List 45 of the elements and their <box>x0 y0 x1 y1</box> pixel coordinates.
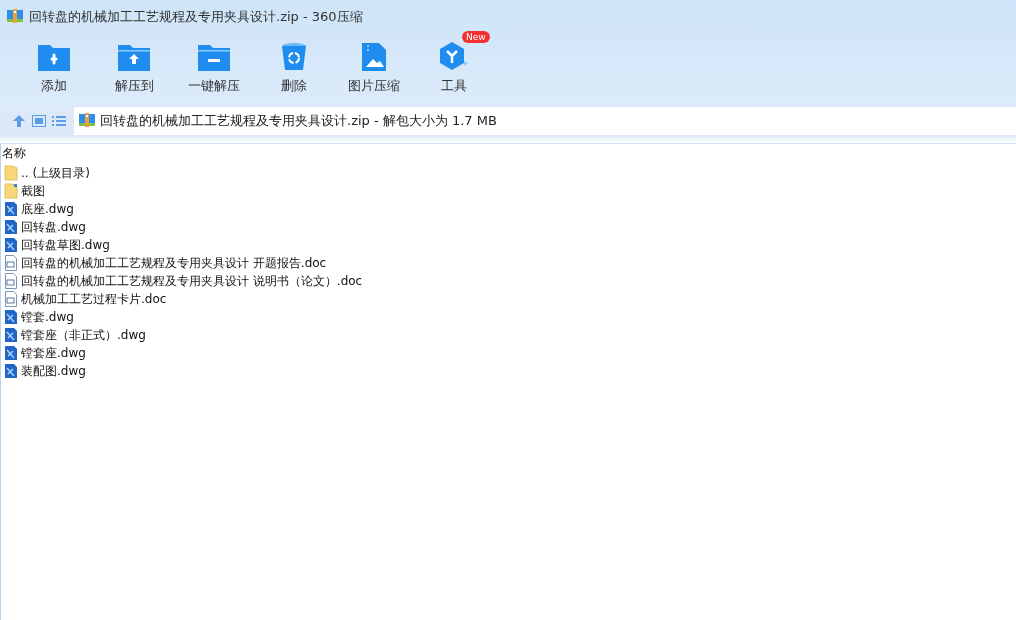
recycle-bin-icon <box>281 42 307 72</box>
hexagon-icon <box>438 40 470 72</box>
file-name[interactable]: 机械加工工艺过程卡片.doc <box>21 290 167 308</box>
column-header[interactable]: 名称 <box>1 144 1016 162</box>
document-file-icon <box>4 273 18 289</box>
zip-file-icon <box>7 7 23 24</box>
drawing-file-icon <box>4 363 18 379</box>
folder-icon <box>4 165 18 181</box>
toolbar-button[interactable]: 删除 <box>254 34 334 104</box>
folder-plus-icon <box>37 42 71 72</box>
file-name[interactable]: 回转盘的机械加工工艺规程及专用夹具设计 开题报告.doc <box>21 254 327 272</box>
file-name[interactable]: 回转盘的机械加工工艺规程及专用夹具设计 说明书（论文）.doc <box>21 272 363 290</box>
document-file-icon <box>4 291 18 307</box>
file-name[interactable]: 镗套.dwg <box>21 308 74 326</box>
toolbar-button[interactable]: 图片压缩 <box>334 34 414 104</box>
drawing-file-icon <box>4 237 18 253</box>
list-view-icon[interactable] <box>52 115 66 127</box>
toolbar-button[interactable]: 添加 <box>14 34 94 104</box>
drawing-file-icon <box>4 327 18 343</box>
file-name[interactable]: 镗套座.dwg <box>21 344 86 362</box>
window-title: 回转盘的机械加工工艺规程及专用夹具设计.zip - 360压缩 <box>29 8 363 26</box>
new-badge: New <box>462 31 490 43</box>
zip-file-icon <box>79 111 95 128</box>
toolbar-button[interactable]: 解压到 <box>94 34 174 104</box>
folder-minus-icon <box>197 42 231 72</box>
file-name[interactable]: 底座.dwg <box>21 200 74 218</box>
file-name[interactable]: 回转盘.dwg <box>21 218 86 236</box>
file-name[interactable]: .. (上级目录) <box>21 164 90 182</box>
drawing-file-icon <box>4 201 18 217</box>
drawing-file-icon <box>4 219 18 235</box>
file-name[interactable]: 装配图.dwg <box>21 362 86 380</box>
file-name[interactable]: 截图 <box>21 182 45 200</box>
document-file-icon <box>4 255 18 271</box>
toolbar-button[interactable]: New 工具 <box>414 34 494 104</box>
toolbar-button[interactable]: 一键解压 <box>174 34 254 104</box>
folder-icon <box>4 183 18 199</box>
drawing-file-icon <box>4 345 18 361</box>
file-name[interactable]: 镗套座（非正式）.dwg <box>21 326 146 344</box>
address-field[interactable]: 回转盘的机械加工工艺规程及专用夹具设计.zip - 解包大小为 1.7 MB <box>74 107 1016 135</box>
up-arrow-icon[interactable] <box>12 114 26 128</box>
file-name[interactable]: 回转盘草图.dwg <box>21 236 110 254</box>
thumbnail-view-icon[interactable] <box>32 115 46 127</box>
drawing-file-icon <box>4 309 18 325</box>
image-file-icon <box>361 42 387 72</box>
folder-upload-icon <box>117 42 151 72</box>
